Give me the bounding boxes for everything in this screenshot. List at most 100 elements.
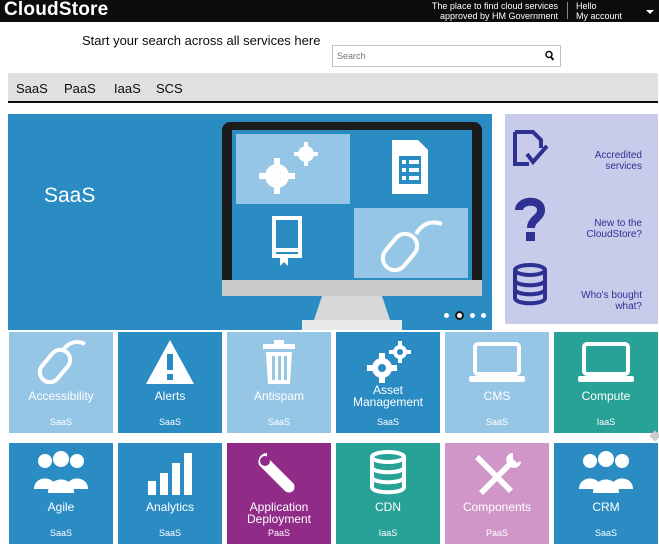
tile-category: SaaS xyxy=(158,528,182,538)
tile-name-line1: Antispam xyxy=(253,389,305,403)
tile-cms[interactable]: CMS SaaS xyxy=(445,332,549,433)
bar-chart-icon xyxy=(148,453,192,495)
side-item-label: Who's bought what? xyxy=(552,290,642,312)
tile-name-line2: Deployment xyxy=(246,512,312,526)
tile-name-line1: Alerts xyxy=(154,389,186,403)
nav-item-iaas[interactable]: IaaS xyxy=(114,81,141,96)
tagline: The place to find cloud services approve… xyxy=(432,1,558,21)
tile-crm[interactable]: CRM SaaS xyxy=(554,443,658,544)
tile-name: Application Deployment xyxy=(227,501,331,525)
tile-category: PaaS xyxy=(267,528,291,538)
tile-asset-management[interactable]: Asset Management SaaS xyxy=(336,332,440,433)
top-bar: CloudStore The place to find cloud servi… xyxy=(0,0,659,22)
tile-name: Asset Management xyxy=(336,384,440,408)
side-item-line2: what? xyxy=(615,301,642,312)
people-icon xyxy=(34,451,88,493)
side-item-label: New to the CloudStore? xyxy=(552,218,642,240)
side-item-line1: Who's bought xyxy=(581,290,642,301)
carousel-dot[interactable] xyxy=(444,313,449,318)
quick-links-panel: Accredited services New to the CloudStor… xyxy=(505,114,658,324)
people-icon xyxy=(579,451,633,493)
tile-name-line1: CMS xyxy=(483,389,511,403)
chevron-down-icon[interactable] xyxy=(646,10,654,14)
tools-icon xyxy=(475,453,521,495)
tile-category: SaaS xyxy=(376,417,400,427)
laptop-icon xyxy=(578,342,634,382)
tile-name: Alerts xyxy=(118,390,222,402)
tile-category: SaaS xyxy=(267,417,291,427)
tile-name-line1: Agile xyxy=(47,500,75,514)
side-item-line2: CloudStore? xyxy=(586,229,642,240)
tile-name-line1: Compute xyxy=(581,389,631,403)
warning-icon xyxy=(146,340,194,384)
tile-alerts[interactable]: Alerts SaaS xyxy=(118,332,222,433)
nav-item-saas[interactable]: SaaS xyxy=(16,81,48,96)
tile-category: IaaS xyxy=(378,528,398,538)
tile-name-line1: Components xyxy=(462,500,532,514)
tile-name: CRM xyxy=(554,501,658,513)
monitor-illustration xyxy=(222,122,482,330)
tile-category: PaaS xyxy=(485,528,509,538)
tile-name: Antispam xyxy=(227,390,331,402)
tile-category: SaaS xyxy=(594,528,618,538)
tile-antispam[interactable]: Antispam SaaS xyxy=(227,332,331,433)
tagline-line1: The place to find cloud services xyxy=(431,1,558,11)
tile-name: Agile xyxy=(9,501,113,513)
tile-name-line1: CDN xyxy=(375,500,401,514)
database-icon xyxy=(513,263,547,306)
hero-title: SaaS xyxy=(44,184,96,207)
tile-components[interactable]: Components PaaS xyxy=(445,443,549,544)
carousel-dot-active[interactable] xyxy=(455,311,464,320)
tile-application-deployment[interactable]: Application Deployment PaaS xyxy=(227,443,331,544)
database-icon xyxy=(370,450,406,495)
accredited-services-link[interactable]: Accredited services xyxy=(505,116,658,176)
carousel-dot[interactable] xyxy=(481,313,486,318)
nav-item-paas[interactable]: PaaS xyxy=(64,81,96,96)
checked-document-icon xyxy=(513,130,549,166)
search-input[interactable] xyxy=(333,46,533,66)
wrench-icon xyxy=(258,453,295,493)
search-box[interactable] xyxy=(332,45,561,67)
side-item-line2: services xyxy=(605,161,642,172)
new-to-cloudstore-link[interactable]: New to the CloudStore? xyxy=(505,186,658,246)
tile-category: SaaS xyxy=(49,417,73,427)
tile-name-line2: Management xyxy=(352,395,424,409)
trash-icon xyxy=(263,340,295,384)
my-account-label: My account xyxy=(576,11,623,21)
tile-name-line1: Analytics xyxy=(145,500,195,514)
hero-carousel[interactable]: SaaS xyxy=(8,114,492,330)
carousel-dot[interactable] xyxy=(470,313,475,318)
tile-category: SaaS xyxy=(49,528,73,538)
tile-name-line1: Accessibility xyxy=(28,389,94,403)
mouse-icon xyxy=(37,340,86,385)
tile-cdn[interactable]: CDN IaaS xyxy=(336,443,440,544)
whos-bought-what-link[interactable]: Who's bought what? xyxy=(505,254,658,314)
side-item-line1: Accredited xyxy=(594,150,642,161)
tile-name: Analytics xyxy=(118,501,222,513)
tagline-line2: approved by HM Government xyxy=(439,11,558,21)
gears-icon xyxy=(367,341,411,383)
account-menu[interactable]: Hello My account xyxy=(576,1,622,21)
search-icon[interactable] xyxy=(545,50,555,62)
side-item-line1: New to the xyxy=(594,218,642,229)
question-mark-icon xyxy=(515,197,546,241)
search-label: Start your search across all services he… xyxy=(82,33,321,48)
tile-name-line1: CRM xyxy=(592,500,620,514)
tile-analytics[interactable]: Analytics SaaS xyxy=(118,443,222,544)
greeting: Hello xyxy=(576,1,597,11)
divider xyxy=(567,2,568,19)
tile-accessibility[interactable]: Accessibility SaaS xyxy=(9,332,113,433)
tile-name: CMS xyxy=(445,390,549,402)
tile-name: Components xyxy=(445,501,549,513)
laptop-icon xyxy=(469,342,525,382)
category-nav: SaaS PaaS IaaS SCS xyxy=(8,73,658,103)
nav-item-scs[interactable]: SCS xyxy=(156,81,183,96)
tile-category: IaaS xyxy=(596,417,616,427)
tile-category: SaaS xyxy=(485,417,509,427)
tile-name: CDN xyxy=(336,501,440,513)
tile-compute[interactable]: Compute IaaS xyxy=(554,332,658,433)
tile-agile[interactable]: Agile SaaS xyxy=(9,443,113,544)
cloudstore-logo[interactable]: CloudStore xyxy=(4,0,108,20)
tile-category: SaaS xyxy=(158,417,182,427)
side-item-label: Accredited services xyxy=(552,150,642,172)
